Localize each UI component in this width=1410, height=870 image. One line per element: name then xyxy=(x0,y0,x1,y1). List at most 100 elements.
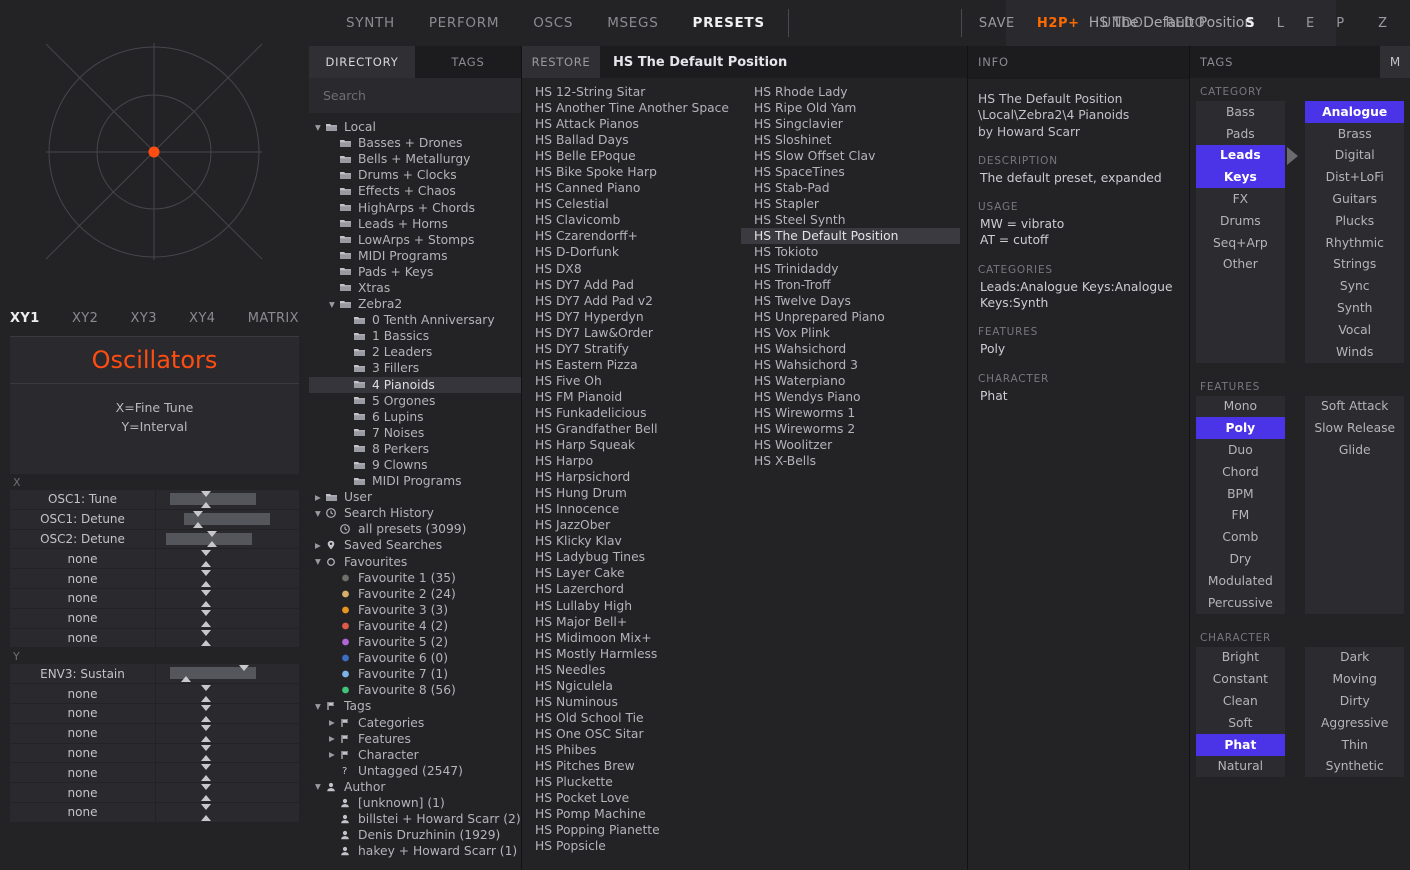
mod-target-name[interactable]: none xyxy=(10,588,155,608)
redo-button[interactable]: REDO xyxy=(1155,16,1217,31)
tree-node[interactable]: ▶ Favourite 1 (35) xyxy=(309,570,521,586)
preset-list-item[interactable]: HS Harpo xyxy=(522,453,741,469)
preset-list-item[interactable]: HS Midimoon Mix+ xyxy=(522,630,741,646)
chevron-right-icon[interactable]: ▶ xyxy=(329,718,340,727)
xy-tab-matrix[interactable]: MATRIX xyxy=(248,311,299,326)
mod-handle-up[interactable] xyxy=(201,695,211,702)
mod-handle-up[interactable] xyxy=(201,580,211,587)
preset-list-item[interactable]: HS Hung Drum xyxy=(522,485,741,501)
preset-list-item[interactable]: HS JazzOber xyxy=(522,517,741,533)
main-tab-oscs[interactable]: OSCS xyxy=(516,0,590,46)
preset-column-2[interactable]: HS Rhode Lady HS Ripe Old Yam HS Singclavi… xyxy=(741,84,960,870)
preset-list-item[interactable]: HS Ladybug Tines xyxy=(522,549,741,565)
tag-item[interactable]: Constant xyxy=(1196,668,1285,690)
tag-item[interactable]: Leads xyxy=(1196,144,1285,167)
main-tab-synth[interactable]: SYNTH xyxy=(329,0,412,46)
mod-row[interactable]: none xyxy=(10,703,299,723)
search-input[interactable]: Search xyxy=(309,78,521,113)
preset-list-item[interactable]: HS Pomp Machine xyxy=(522,806,741,822)
tag-item[interactable]: Slow Release xyxy=(1305,417,1404,439)
xy-tab-xy2[interactable]: XY2 xyxy=(72,311,98,326)
mod-target-name[interactable]: none xyxy=(10,723,155,743)
mod-handle-down[interactable] xyxy=(201,744,211,751)
tag-item[interactable]: Natural xyxy=(1196,756,1285,778)
tag-item[interactable]: Bass xyxy=(1196,101,1285,123)
tag-item[interactable]: Soft Attack xyxy=(1305,396,1404,418)
tree-node[interactable]: ▶ Favourite 6 (0) xyxy=(309,650,521,666)
tag-item[interactable]: Analogue xyxy=(1305,101,1404,123)
xy-pad[interactable] xyxy=(0,0,309,300)
tag-item[interactable]: Seq+Arp xyxy=(1196,232,1285,254)
tree-node[interactable]: ▶ Pads + Keys xyxy=(309,264,521,280)
preset-list-item[interactable]: HS Trinidaddy xyxy=(741,261,960,277)
h2p-plus-button[interactable]: H2P+ xyxy=(1026,16,1091,31)
mod-target-name[interactable]: OSC2: Detune xyxy=(10,529,155,549)
preset-list-item[interactable]: HS Funkadelicious xyxy=(522,405,741,421)
mod-row[interactable]: none xyxy=(10,723,299,743)
preset-list-item[interactable]: HS Harpsichord xyxy=(522,469,741,485)
mod-handle-down[interactable] xyxy=(201,629,211,636)
mod-handle-up[interactable] xyxy=(201,814,211,821)
preset-list-item[interactable]: HS Popping Pianette xyxy=(522,822,741,838)
tree-node[interactable]: ▶ Leads + Horns xyxy=(309,216,521,232)
tree-node[interactable]: ▶ 2 Leaders xyxy=(309,344,521,360)
preset-list-item[interactable]: HS 12-String Sitar xyxy=(522,84,741,100)
preset-list-item[interactable]: HS Ngiculela xyxy=(522,678,741,694)
tags-m-button[interactable]: M xyxy=(1380,46,1410,78)
preset-list-item[interactable]: HS Klicky Klav xyxy=(522,533,741,549)
preset-list-item[interactable]: HS Wahsichord 3 xyxy=(741,357,960,373)
preset-list-item[interactable]: HS Waterpiano xyxy=(741,373,960,389)
tag-item[interactable]: Comb xyxy=(1196,526,1285,548)
tree-node[interactable]: ▶ HighArps + Chords xyxy=(309,199,521,215)
mod-depth-slider[interactable] xyxy=(156,549,299,569)
tree-node[interactable]: ▶ Favourite 7 (1) xyxy=(309,666,521,682)
preset-list-item[interactable]: HS Five Oh xyxy=(522,373,741,389)
preset-list-item[interactable]: HS Needles xyxy=(522,662,741,678)
preset-list-item[interactable]: HS Twelve Days xyxy=(741,293,960,309)
letter-button-l[interactable]: L xyxy=(1266,16,1295,31)
preset-list-item[interactable]: HS Numinous xyxy=(522,694,741,710)
tree-node[interactable]: ▶ 8 Perkers xyxy=(309,441,521,457)
tag-item[interactable]: Plucks xyxy=(1305,210,1404,232)
tag-item[interactable]: Modulated xyxy=(1196,570,1285,592)
mod-row[interactable]: none xyxy=(10,608,299,628)
mod-handle-down[interactable] xyxy=(193,510,203,517)
mod-handle-down[interactable] xyxy=(201,609,211,616)
preset-list-item[interactable]: HS Wendys Piano xyxy=(741,389,960,405)
preset-list-item[interactable]: HS Vox Plink xyxy=(741,325,960,341)
undo-button[interactable]: UNDO xyxy=(1091,16,1155,31)
mod-target-name[interactable]: none xyxy=(10,802,155,822)
preset-list-item[interactable]: HS Tron-Troff xyxy=(741,277,960,293)
tag-item[interactable]: Drums xyxy=(1196,210,1285,232)
tag-item[interactable]: Thin xyxy=(1305,734,1404,756)
mod-depth-slider[interactable] xyxy=(156,588,299,608)
tag-item[interactable]: Dist+LoFi xyxy=(1305,166,1404,188)
mod-row[interactable]: none xyxy=(10,802,299,822)
tree-node[interactable]: ▶ LowArps + Stomps xyxy=(309,232,521,248)
preset-list-item[interactable]: HS Unprepared Piano xyxy=(741,309,960,325)
tree-node[interactable]: ▶ Xtras xyxy=(309,280,521,296)
tree-node[interactable]: ▶ all presets (3099) xyxy=(309,521,521,537)
preset-list-item[interactable]: HS DX8 xyxy=(522,261,741,277)
directory-tree[interactable]: ▼ Local ▶ Basses + Drones ▶ Bells + Metallurg… xyxy=(309,113,521,870)
preset-list-item[interactable]: HS Woolitzer xyxy=(741,437,960,453)
tag-item[interactable]: Sync xyxy=(1305,275,1404,297)
mod-row[interactable]: OSC2: Detune xyxy=(10,529,299,549)
mod-depth-slider[interactable] xyxy=(156,743,299,763)
mod-depth-slider[interactable] xyxy=(156,783,299,802)
preset-list-item[interactable]: HS Mostly Harmless xyxy=(522,646,741,662)
mod-handle-up[interactable] xyxy=(207,541,217,548)
preset-list-item[interactable]: HS Grandfather Bell xyxy=(522,421,741,437)
mod-handle-down[interactable] xyxy=(201,589,211,596)
tree-node[interactable]: ▶ 0 Tenth Anniversary xyxy=(309,312,521,328)
preset-list-item[interactable]: HS DY7 Law&Order xyxy=(522,325,741,341)
tag-item[interactable]: Pads xyxy=(1196,123,1285,145)
preset-list-item[interactable]: HS Ballad Days xyxy=(522,132,741,148)
preset-list-item[interactable]: HS Another Tine Another Space xyxy=(522,100,741,116)
mod-handle-up[interactable] xyxy=(201,755,211,762)
mod-handle-down[interactable] xyxy=(201,704,211,711)
tag-item[interactable]: Vocal xyxy=(1305,319,1404,341)
tag-item[interactable]: Brass xyxy=(1305,123,1404,145)
letter-button-z[interactable]: Z xyxy=(1367,16,1398,31)
mod-handle-up[interactable] xyxy=(201,501,211,508)
